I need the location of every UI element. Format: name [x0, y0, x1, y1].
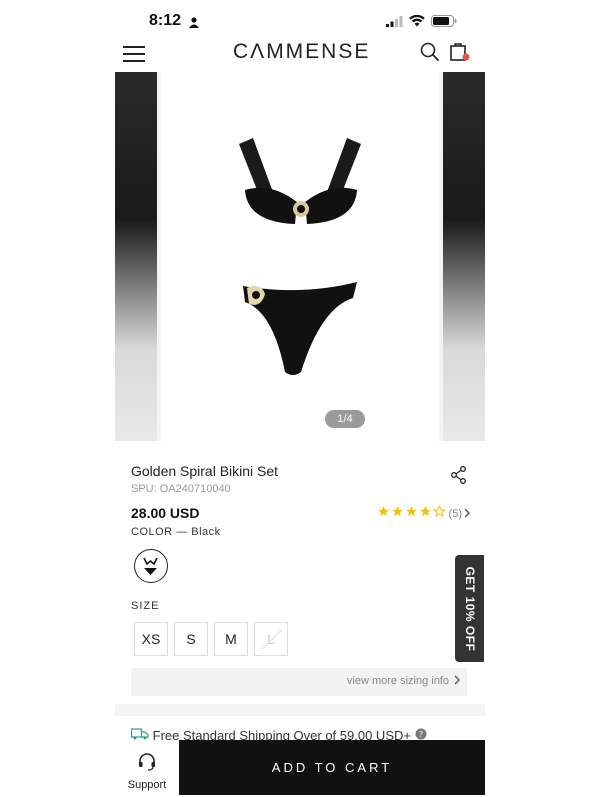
status-bar: 8:12 — [115, 0, 485, 44]
add-to-cart-button[interactable]: ADD TO CART — [179, 740, 485, 795]
status-icons — [386, 14, 457, 32]
battery-icon — [431, 14, 457, 32]
share-icon[interactable] — [451, 466, 467, 489]
hamburger-icon[interactable] — [123, 46, 145, 62]
product-spu: SPU: OA240710040 — [131, 483, 231, 495]
chevron-right-icon — [453, 674, 461, 689]
size-option-m[interactable]: M — [214, 622, 248, 656]
product-title: Golden Spiral Bikini Set — [131, 463, 279, 479]
brand-logo[interactable]: CΛMMENSE — [233, 40, 370, 64]
star-empty-icon — [432, 504, 446, 523]
product-rating[interactable]: (5) — [377, 504, 471, 523]
color-swatch-black[interactable] — [134, 549, 168, 583]
star-icon — [405, 505, 418, 523]
chevron-right-icon — [463, 505, 471, 523]
sizing-info-link[interactable]: view more sizing info — [131, 668, 467, 696]
support-label: Support — [127, 779, 167, 791]
signal-icon — [386, 14, 403, 32]
status-time: 8:12 — [149, 12, 182, 29]
get-discount-label: GET 10% OFF — [462, 566, 477, 651]
review-count: (5) — [448, 508, 462, 520]
bottom-action-bar: Support ADD TO CART — [115, 740, 485, 797]
color-label: COLOR — [131, 526, 173, 538]
size-option-s[interactable]: S — [174, 622, 208, 656]
next-image-peek[interactable] — [443, 72, 485, 441]
support-button[interactable]: Support — [125, 752, 169, 791]
color-line: COLOR — Black — [131, 526, 221, 538]
swatch-bikini-icon — [143, 557, 158, 575]
person-icon — [189, 15, 199, 33]
get-discount-tab[interactable]: GET 10% OFF — [455, 555, 484, 662]
wifi-icon — [409, 14, 425, 32]
size-option-l[interactable]: L — [254, 622, 288, 656]
product-page: 8:12 CΛMMENSE 1/4 Golden Spiral Bikini S… — [115, 0, 485, 797]
site-header: CΛMMENSE — [115, 40, 485, 70]
section-divider — [115, 704, 485, 716]
color-value: — Black — [176, 526, 221, 538]
product-gallery[interactable]: 1/4 — [115, 72, 485, 441]
svg-text:?: ? — [418, 730, 422, 739]
previous-image-peek[interactable] — [115, 72, 157, 441]
star-icon — [391, 505, 404, 523]
search-icon[interactable] — [420, 42, 440, 67]
size-option-xs[interactable]: XS — [134, 622, 168, 656]
sizing-info-text: view more sizing info — [346, 675, 449, 687]
star-icon — [419, 505, 432, 523]
gallery-page-indicator: 1/4 — [325, 410, 365, 428]
bag-icon[interactable] — [449, 42, 471, 67]
headset-icon — [137, 753, 157, 776]
star-icon — [377, 505, 390, 523]
product-image[interactable]: 1/4 — [161, 72, 439, 441]
product-price: 28.00 USD — [131, 505, 200, 521]
size-label: SIZE — [131, 600, 160, 612]
size-options: XS S M L — [134, 622, 288, 656]
